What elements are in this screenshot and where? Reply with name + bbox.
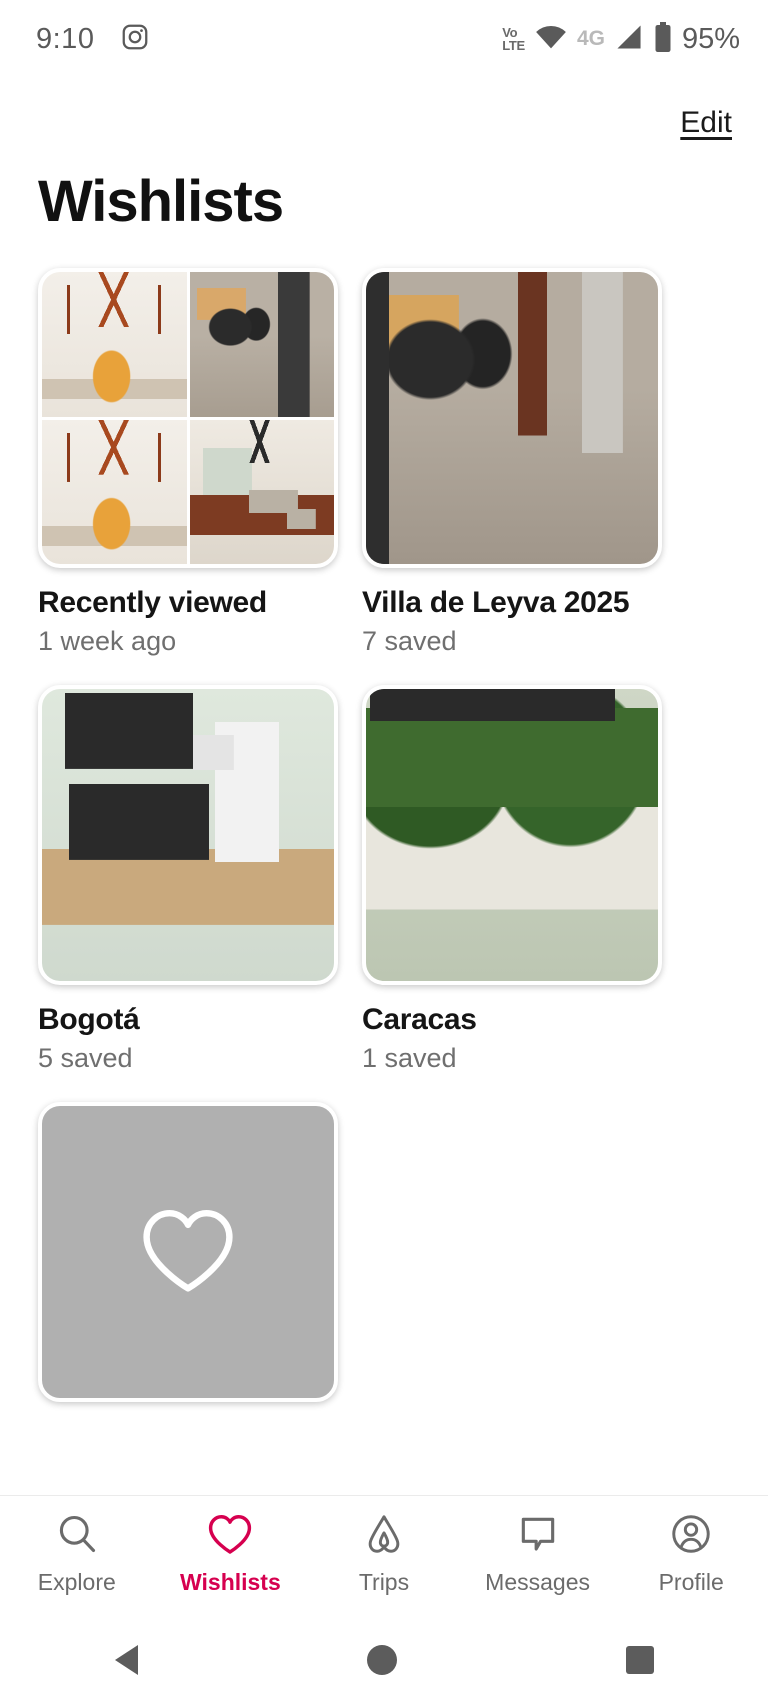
placeholder-thumbnail[interactable]	[38, 1102, 338, 1402]
wishlist-card[interactable]: Caracas 1 saved	[362, 685, 662, 1074]
recents-square-icon[interactable]	[625, 1645, 654, 1674]
battery-percent-label: 95%	[681, 22, 740, 55]
nav-tab-messages[interactable]: Messages	[463, 1512, 613, 1596]
wishlist-thumbnail[interactable]	[362, 268, 662, 568]
thumbnail-photo	[366, 272, 658, 564]
wishlist-card[interactable]: Recently viewed 1 week ago	[38, 268, 338, 657]
battery-icon	[653, 21, 673, 57]
nav-label-explore: Explore	[37, 1569, 116, 1595]
bottom-navigation-bar: Explore Wishlists Trips Messages Profile	[0, 1495, 768, 1612]
nav-tab-profile[interactable]: Profile	[616, 1512, 766, 1596]
wishlist-title: Villa de Leyva 2025	[362, 586, 630, 619]
wishlist-card[interactable]: Villa de Leyva 2025 7 saved	[362, 268, 662, 657]
nav-label-profile: Profile	[658, 1569, 724, 1595]
nav-tab-explore[interactable]: Explore	[2, 1512, 152, 1596]
wifi-icon	[534, 24, 568, 55]
thumbnail-photo	[366, 689, 658, 981]
wishlist-title: Recently viewed	[38, 586, 267, 619]
wishlist-subtitle: 1 week ago	[38, 626, 177, 656]
cellular-signal-icon	[614, 24, 644, 55]
status-bar-left: 9:10	[36, 22, 150, 57]
status-bar: 9:10 Vo LTE 4G 95%	[0, 0, 768, 78]
heart-outline-icon	[138, 1204, 238, 1301]
home-circle-icon[interactable]	[366, 1644, 397, 1675]
app-screen: 9:10 Vo LTE 4G 95% Edit Wishlists Recent…	[0, 0, 768, 1707]
search-icon	[55, 1512, 99, 1561]
volte-label-bottom: LTE	[502, 38, 525, 53]
volte-icon: Vo LTE	[502, 26, 525, 52]
thumbnail-collage	[42, 272, 334, 564]
wishlist-title: Caracas	[362, 1003, 477, 1036]
back-triangle-icon[interactable]	[114, 1644, 138, 1675]
status-bar-clock: 9:10	[36, 22, 95, 55]
user-circle-icon	[669, 1512, 713, 1561]
wishlist-thumbnail[interactable]	[38, 268, 338, 568]
collage-photo	[189, 419, 334, 564]
nav-tab-wishlists[interactable]: Wishlists	[155, 1512, 305, 1596]
wishlist-card[interactable]: Bogotá 5 saved	[38, 685, 338, 1074]
heart-icon	[207, 1512, 253, 1561]
nav-label-messages: Messages	[485, 1569, 590, 1595]
wishlist-title: Bogotá	[38, 1003, 140, 1036]
wishlist-subtitle: 1 saved	[362, 1043, 457, 1073]
header-bar: Edit	[0, 96, 768, 158]
wishlists-grid: Recently viewed 1 week ago Villa de Leyv…	[38, 268, 732, 1402]
collage-photo	[189, 272, 334, 417]
android-system-navigation	[0, 1612, 768, 1707]
instagram-icon	[120, 22, 150, 57]
airbnb-belo-icon	[362, 1512, 406, 1561]
wishlist-thumbnail[interactable]	[38, 685, 338, 985]
edit-button[interactable]: Edit	[680, 106, 732, 140]
nav-label-wishlists: Wishlists	[180, 1569, 281, 1595]
thumbnail-photo	[42, 689, 334, 981]
create-wishlist-card[interactable]	[38, 1102, 338, 1402]
message-bubble-icon	[516, 1512, 560, 1561]
network-type-label: 4G	[576, 27, 605, 50]
page-title: Wishlists	[38, 169, 284, 234]
wishlist-thumbnail[interactable]	[362, 685, 662, 985]
wishlist-subtitle: 5 saved	[38, 1043, 133, 1073]
nav-label-trips: Trips	[358, 1569, 410, 1595]
wishlist-subtitle: 7 saved	[362, 626, 457, 656]
collage-photo	[42, 272, 187, 417]
collage-photo	[42, 419, 187, 564]
nav-tab-trips[interactable]: Trips	[309, 1512, 459, 1596]
status-bar-right: Vo LTE 4G 95%	[502, 21, 740, 57]
